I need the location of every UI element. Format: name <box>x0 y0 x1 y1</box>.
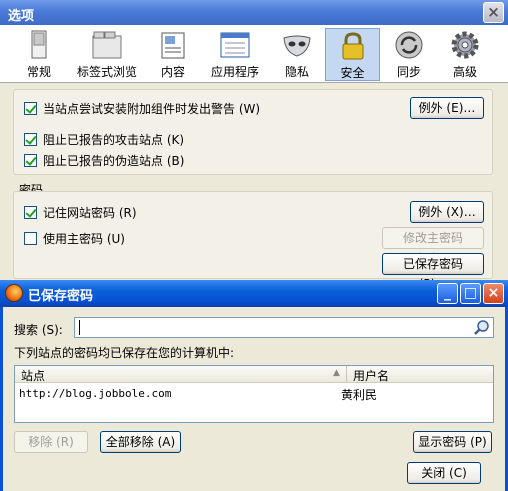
checkbox-label: 阻止已报告的攻击站点 (K) <box>43 132 185 147</box>
advanced-gear-icon <box>451 31 479 59</box>
password-exceptions-button[interactable]: 例外 (X)… <box>410 201 484 223</box>
tab-tabbed-browsing[interactable]: 标签式浏览 <box>72 28 142 81</box>
block-forgery-sites-checkbox[interactable]: 阻止已报告的伪造站点 (B) <box>24 152 184 168</box>
passwords-group: 记住网站密码 (R) 例外 (X)… 使用主密码 (U) 修改主密码 (M)… … <box>13 191 493 291</box>
dialog-title-bar[interactable]: 已保存密码 _ □ × <box>0 280 508 307</box>
options-title-bar[interactable]: 选项 × <box>0 0 508 25</box>
dialog-close-button[interactable]: × <box>483 283 504 304</box>
checkbox[interactable] <box>24 101 37 115</box>
tab-label: 标签式浏览 <box>76 65 137 79</box>
list-header: 站点 ▲ 用户名 <box>15 366 493 383</box>
saved-passwords-dialog: 已保存密码 _ □ × 搜索 (S): 下列站点的密码均已保存在您的计算机中: … <box>0 280 508 491</box>
tab-label: 同步 <box>396 65 421 79</box>
change-master-password-button[interactable]: 修改主密码 (M)… <box>382 227 484 265</box>
saved-passwords-button[interactable]: 已保存密码 (P)… <box>382 253 484 291</box>
checkbox-label: 当站点尝试安装附加组件时发出警告 (W) <box>43 101 261 116</box>
search-label: 搜索 (S): <box>14 323 63 337</box>
tab-general[interactable]: 常规 <box>14 28 64 81</box>
column-divider[interactable] <box>346 366 347 382</box>
remove-all-button[interactable]: 全部移除 (A) <box>100 431 181 453</box>
use-master-password-checkbox[interactable]: 使用主密码 (U) <box>24 230 125 246</box>
checkbox-label: 记住网站密码 (R) <box>43 205 137 220</box>
magnifier-icon[interactable] <box>473 319 491 337</box>
minimize-button[interactable]: _ <box>437 283 458 304</box>
column-header-username[interactable]: 用户名 <box>353 367 389 384</box>
checkbox[interactable] <box>24 231 37 245</box>
tabs-icon <box>92 31 122 59</box>
sort-arrow-icon: ▲ <box>333 368 340 378</box>
row-username: 黄利民 <box>341 388 378 402</box>
passwords-list[interactable]: 站点 ▲ 用户名 http://blog.jobbole.com 黄利民 <box>14 365 494 423</box>
sync-icon <box>395 31 423 59</box>
block-attack-sites-checkbox[interactable]: 阻止已报告的攻击站点 (K) <box>24 131 184 147</box>
tab-security[interactable]: 安全 <box>325 28 380 81</box>
text-cursor <box>79 320 80 335</box>
tab-sync[interactable]: 同步 <box>386 28 432 81</box>
firefox-icon <box>5 284 23 302</box>
show-passwords-button[interactable]: 显示密码 (P) <box>413 431 492 453</box>
maximize-button[interactable]: □ <box>460 283 481 304</box>
close-button[interactable]: × <box>483 2 504 23</box>
checkbox-label: 阻止已报告的伪造站点 (B) <box>43 153 185 168</box>
description-text: 下列站点的密码均已保存在您的计算机中: <box>14 346 235 360</box>
checkbox-label: 使用主密码 (U) <box>43 231 125 246</box>
checkbox[interactable] <box>24 132 37 146</box>
tab-label: 常规 <box>26 65 51 79</box>
security-group: 当站点尝试安装附加组件时发出警告 (W) 例外 (E)… 阻止已报告的攻击站点 … <box>13 89 493 175</box>
options-toolbar: 常规 标签式浏览 内容 应用程序 隐私 安全 同步 高级 <box>0 25 508 83</box>
table-row[interactable]: http://blog.jobbole.com 黄利民 <box>15 385 493 402</box>
tab-content[interactable]: 内容 <box>150 28 196 81</box>
checkbox[interactable] <box>24 205 37 219</box>
tab-advanced[interactable]: 高级 <box>442 28 488 81</box>
applications-icon <box>220 32 250 58</box>
privacy-mask-icon <box>283 35 311 57</box>
general-icon <box>31 30 47 59</box>
content-icon <box>161 32 185 59</box>
tab-privacy[interactable]: 隐私 <box>272 28 322 81</box>
remember-passwords-checkbox[interactable]: 记住网站密码 (R) <box>24 204 137 220</box>
warn-addons-checkbox[interactable]: 当站点尝试安装附加组件时发出警告 (W) <box>24 100 260 116</box>
security-lock-icon <box>342 32 363 60</box>
window-title: 选项 <box>8 9 35 24</box>
tab-label: 安全 <box>340 66 365 80</box>
column-header-site[interactable]: 站点 <box>21 367 45 384</box>
row-site: http://blog.jobbole.com <box>19 387 172 400</box>
tab-applications[interactable]: 应用程序 <box>206 28 264 81</box>
tab-label: 内容 <box>160 65 185 79</box>
dialog-close-text-button[interactable]: 关闭 (C) <box>407 462 481 484</box>
tab-label: 应用程序 <box>210 65 259 79</box>
addon-exceptions-button[interactable]: 例外 (E)… <box>410 97 484 119</box>
checkbox[interactable] <box>24 153 37 167</box>
tab-label: 隐私 <box>284 65 309 79</box>
remove-button[interactable]: 移除 (R) <box>14 431 88 453</box>
dialog-title: 已保存密码 <box>28 289 94 304</box>
tab-label: 高级 <box>452 65 477 79</box>
search-input[interactable] <box>74 317 494 338</box>
